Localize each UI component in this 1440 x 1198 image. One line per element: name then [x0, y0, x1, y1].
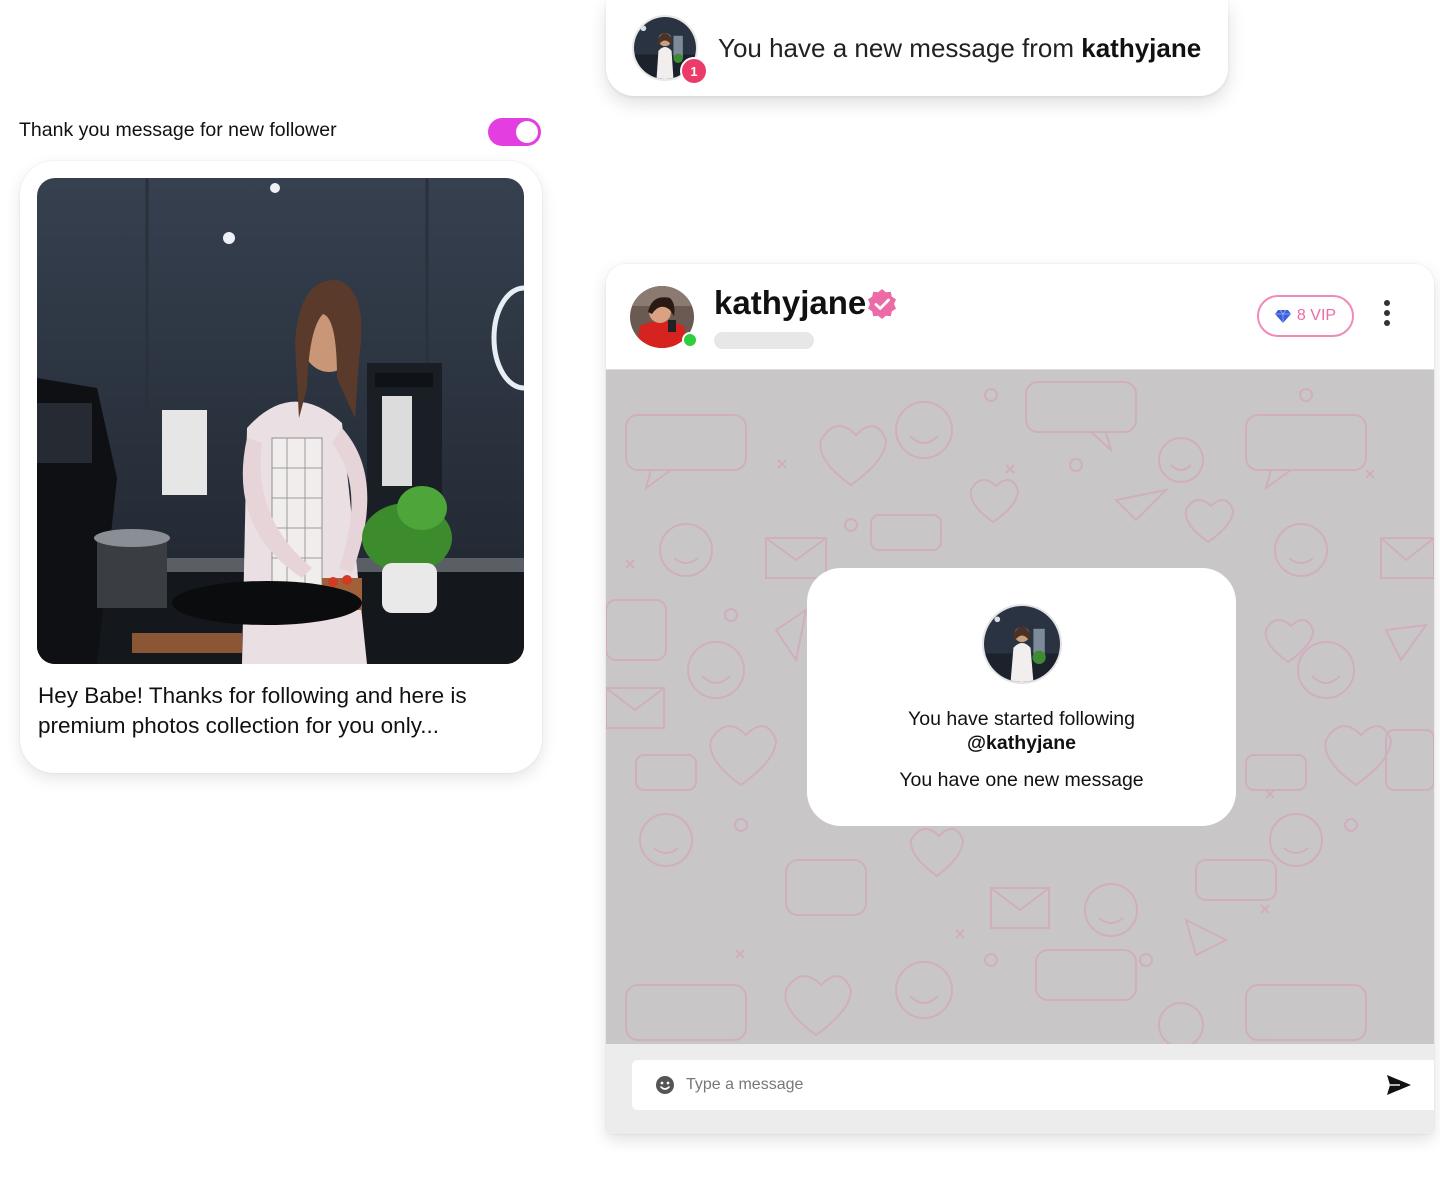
more-vertical-icon[interactable]: [1377, 298, 1397, 328]
chat-avatar[interactable]: [630, 286, 698, 348]
notification-text: You have a new message from kathyjane: [718, 33, 1201, 64]
chat-messages-area: You have started following @kathyjane Yo…: [606, 370, 1434, 1044]
toggle-knob: [516, 121, 538, 143]
follow-text: You have started following: [908, 708, 1135, 730]
message-input-box: [632, 1060, 1434, 1110]
follow-avatar: [982, 604, 1062, 684]
thank-you-message-text: Hey Babe! Thanks for following and here …: [38, 683, 467, 738]
emoji-icon[interactable]: [655, 1075, 675, 1095]
vip-button[interactable]: 8 VIP: [1257, 295, 1354, 337]
notification-prefix: You have a new message from: [718, 32, 1075, 63]
follow-handle: @kathyjane: [967, 732, 1076, 754]
chat-footer: [606, 1044, 1434, 1134]
vip-label: 8 VIP: [1296, 307, 1337, 324]
chat-header: kathyjane 8 VIP: [606, 264, 1434, 370]
online-status-dot: [682, 332, 698, 348]
chat-username: kathyjane: [714, 284, 867, 321]
chat-window: kathyjane 8 VIP You have started followi…: [606, 264, 1434, 1134]
new-message-notification[interactable]: 1 You have a new message from kathyjane: [606, 0, 1228, 96]
diamond-icon: [1274, 309, 1291, 323]
thank-you-setting-label: Thank you message for new follower: [19, 119, 337, 141]
new-message-text: You have one new message: [899, 769, 1144, 791]
notification-username: kathyjane: [1081, 32, 1202, 63]
thank-you-toggle[interactable]: [488, 118, 541, 146]
verified-badge-icon: [868, 289, 896, 319]
kitchen-photo[interactable]: [37, 178, 524, 664]
send-icon[interactable]: [1386, 1074, 1412, 1096]
unread-count-badge: 1: [680, 57, 708, 85]
message-input[interactable]: [686, 1068, 1326, 1102]
status-placeholder: [714, 332, 814, 349]
notification-avatar: 1: [632, 15, 708, 85]
follow-notice-card: You have started following @kathyjane Yo…: [807, 568, 1236, 826]
thank-you-message-card: Hey Babe! Thanks for following and here …: [20, 161, 542, 773]
